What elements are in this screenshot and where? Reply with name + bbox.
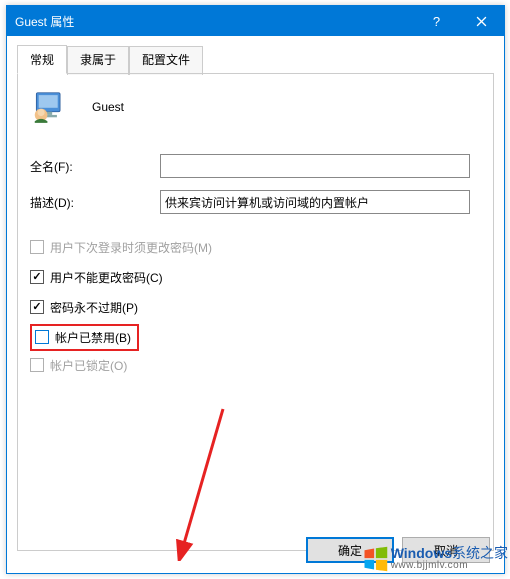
description-row: 描述(D): (30, 190, 481, 214)
checkbox-label: 帐户已锁定(O) (50, 357, 127, 374)
close-icon (476, 16, 487, 27)
guest-properties-dialog: Guest 属性 ? 常规 隶属于 配置文件 Guest 全名(F): (6, 5, 505, 574)
tabstrip: 常规 隶属于 配置文件 (7, 36, 504, 73)
checkbox-account-disabled-wrapper: 帐户已禁用(B) (30, 328, 481, 346)
close-button[interactable] (459, 6, 504, 36)
checkbox-label: 帐户已禁用(B) (55, 329, 131, 346)
fullname-row: 全名(F): (30, 154, 481, 178)
checkbox-cannot-change-password[interactable]: 用户不能更改密码(C) (30, 268, 481, 286)
checkbox-box (30, 358, 44, 372)
ok-button[interactable]: 确定 (306, 537, 394, 563)
checkbox-change-password-next-logon: 用户下次登录时须更改密码(M) (30, 238, 481, 256)
tab-member-of[interactable]: 隶属于 (67, 46, 129, 75)
checkbox-group: 用户下次登录时须更改密码(M) 用户不能更改密码(C) 密码永不过期(P) 帐户… (30, 238, 481, 374)
checkbox-label: 用户下次登录时须更改密码(M) (50, 239, 212, 256)
fullname-label: 全名(F): (30, 158, 160, 175)
username-label: Guest (92, 100, 124, 114)
tab-panel-general: Guest 全名(F): 描述(D): 用户下次登录时须更改密码(M) 用户不能… (17, 73, 494, 551)
button-bar: 确定 取消 (306, 537, 490, 563)
tab-general[interactable]: 常规 (17, 45, 67, 74)
help-button[interactable]: ? (414, 6, 459, 36)
user-header: Guest (30, 88, 481, 126)
checkbox-password-never-expires[interactable]: 密码永不过期(P) (30, 298, 481, 316)
checkbox-account-locked: 帐户已锁定(O) (30, 356, 481, 374)
checkbox-account-disabled[interactable] (35, 330, 49, 344)
checkbox-label: 密码永不过期(P) (50, 299, 138, 316)
checkbox-label: 用户不能更改密码(C) (50, 269, 163, 286)
checkbox-box (30, 300, 44, 314)
titlebar: Guest 属性 ? (7, 6, 504, 36)
checkbox-box (30, 270, 44, 284)
checkbox-box (30, 240, 44, 254)
cancel-button[interactable]: 取消 (402, 537, 490, 563)
description-label: 描述(D): (30, 194, 160, 211)
window-title: Guest 属性 (15, 13, 414, 30)
description-input[interactable] (160, 190, 470, 214)
fullname-input[interactable] (160, 154, 470, 178)
tab-profile[interactable]: 配置文件 (129, 46, 203, 75)
user-icon (30, 88, 68, 126)
highlight-account-disabled: 帐户已禁用(B) (30, 324, 139, 351)
